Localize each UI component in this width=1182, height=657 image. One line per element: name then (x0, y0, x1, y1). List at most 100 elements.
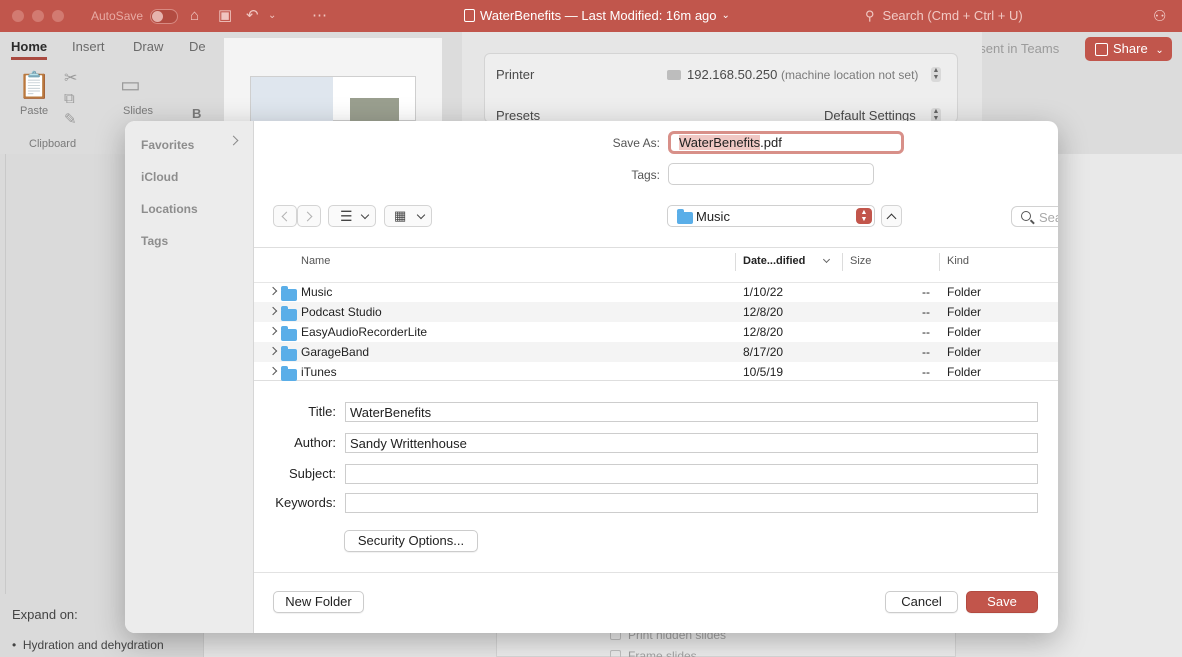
group-view-button[interactable]: ▦ (384, 205, 432, 227)
column-header-name[interactable]: Name (301, 255, 330, 267)
file-kind: Folder (947, 365, 982, 379)
printer-stepper-icon[interactable]: ▲ ▼ (931, 67, 941, 82)
column-header-size[interactable]: Size (850, 255, 871, 267)
save-as-input[interactable]: WaterBenefits.pdf (668, 131, 904, 154)
file-kind: Folder (947, 345, 982, 359)
format-painter-icon[interactable]: ✎ (64, 110, 77, 128)
collaborate-icon[interactable]: ⚇ (1153, 7, 1166, 25)
minimize-window-button[interactable] (32, 10, 44, 22)
more-icon[interactable]: ⋯ (312, 6, 327, 26)
cut-icon[interactable]: ✂ (64, 68, 77, 88)
paste-icon[interactable]: 📋 (18, 70, 50, 101)
keywords-field[interactable] (345, 493, 1038, 513)
frame-slides-checkbox[interactable] (610, 650, 621, 657)
column-separator (735, 253, 736, 271)
new-slide-icon[interactable]: ▭ (120, 72, 141, 98)
location-popup[interactable]: Music ▲ ▼ (667, 205, 875, 227)
title-label: Title: (308, 404, 336, 419)
search-input[interactable]: Search (1011, 206, 1058, 227)
slide-preview (250, 76, 416, 122)
home-icon[interactable]: ⌂ (190, 6, 199, 26)
forward-button[interactable] (297, 205, 321, 227)
search-placeholder: Search (Cmd + Ctrl + U) (882, 8, 1023, 23)
chevron-right-icon[interactable] (228, 135, 239, 146)
printer-value: 192.168.50.250 (687, 67, 778, 82)
file-name: EasyAudioRecorderLite (301, 325, 428, 339)
paste-label: Paste (20, 105, 49, 117)
notes-expand-label: Expand on: (12, 607, 78, 622)
new-folder-button[interactable]: New Folder (273, 591, 364, 613)
column-separator (939, 253, 940, 271)
column-header-date-modified[interactable]: Date...dified (743, 255, 805, 267)
share-button[interactable]: Share ⌄ (1085, 37, 1172, 61)
sidebar-item-locations[interactable]: Locations (141, 202, 198, 216)
table-row[interactable]: EasyAudioRecorderLite 12/8/20 -- Folder (254, 322, 1058, 342)
search-placeholder: Search (1039, 210, 1058, 225)
title-field[interactable]: WaterBenefits (345, 402, 1038, 422)
folder-icon (281, 346, 297, 361)
security-options-button[interactable]: Security Options... (344, 530, 478, 552)
zoom-window-button[interactable] (52, 10, 64, 22)
share-label: Share (1113, 41, 1148, 56)
search-field[interactable]: ⚲ Search (Cmd + Ctrl + U) (865, 8, 1023, 24)
table-row[interactable]: Music 1/10/22 -- Folder (254, 282, 1058, 302)
back-button[interactable] (273, 205, 297, 227)
column-header-kind[interactable]: Kind (947, 255, 969, 267)
present-in-teams-button[interactable]: esent in Teams (972, 41, 1059, 56)
autosave-toggle[interactable] (150, 9, 178, 24)
file-browser: Name Date...dified Size Kind Music 1/10/… (254, 247, 1058, 381)
disclosure-triangle-icon[interactable] (268, 346, 278, 356)
notes-bullet: • Hydration and dehydration (12, 638, 164, 652)
disclosure-triangle-icon[interactable] (268, 366, 278, 376)
column-separator (842, 253, 843, 271)
tab-draw[interactable]: Draw (133, 39, 163, 54)
folder-icon (677, 209, 693, 224)
document-title[interactable]: WaterBenefits — Last Modified: 16m ago ⌄ (464, 8, 730, 23)
table-row[interactable]: iTunes 10/5/19 -- Folder (254, 362, 1058, 382)
chevron-down-icon (416, 210, 426, 220)
printer-select[interactable]: 192.168.50.250 (machine location not set… (667, 67, 918, 82)
document-title-text: WaterBenefits — Last Modified: 16m ago (480, 8, 717, 23)
autosave-label: AutoSave (91, 9, 144, 23)
save-icon[interactable]: ▣ (218, 6, 232, 26)
dialog-main: Save As: WaterBenefits.pdf Tags: ☰ ▦ Mus… (254, 121, 1058, 633)
subject-field[interactable] (345, 464, 1038, 484)
file-name: Podcast Studio (301, 305, 382, 319)
cancel-button[interactable]: Cancel (885, 591, 958, 613)
file-size: -- (922, 345, 930, 359)
file-name: Music (301, 285, 333, 299)
disclosure-triangle-icon[interactable] (268, 326, 278, 336)
save-dialog: Favorites iCloud Locations Tags Save As:… (125, 121, 1058, 633)
tab-home[interactable]: Home (11, 39, 48, 60)
file-date: 8/17/20 (743, 345, 784, 359)
list-view-button[interactable]: ☰ (328, 205, 376, 227)
disclosure-triangle-icon[interactable] (268, 286, 278, 296)
tags-input[interactable] (668, 163, 874, 185)
expand-collapse-button[interactable] (881, 205, 902, 227)
printer-settings-box: Printer 192.168.50.250 (machine location… (484, 53, 958, 123)
sidebar-item-icloud[interactable]: iCloud (141, 170, 178, 184)
table-row[interactable]: Podcast Studio 12/8/20 -- Folder (254, 302, 1058, 322)
tab-insert[interactable]: Insert (72, 39, 105, 54)
author-field[interactable]: Sandy Writtenhouse (345, 433, 1038, 453)
file-size: -- (922, 365, 930, 379)
sidebar-item-favorites[interactable]: Favorites (141, 138, 194, 152)
panel-divider (5, 154, 6, 594)
slide-preview-text-block (251, 77, 333, 122)
folder-icon (281, 366, 297, 381)
close-window-button[interactable] (12, 10, 24, 22)
copy-icon[interactable]: ⧉ (64, 90, 75, 107)
tab-design[interactable]: De (189, 39, 206, 54)
undo-icon[interactable]: ↶ (246, 6, 259, 26)
chevron-down-icon: ⌄ (1155, 45, 1164, 56)
save-button[interactable]: Save (966, 591, 1038, 613)
bold-button[interactable]: B (192, 106, 201, 121)
sidebar-item-tags[interactable]: Tags (141, 234, 168, 248)
table-row[interactable]: GarageBand 8/17/20 -- Folder (254, 342, 1058, 362)
printer-icon (667, 70, 681, 80)
undo-dropdown-icon[interactable]: ⌄ (268, 6, 276, 26)
printer-label: Printer (496, 67, 535, 82)
frame-slides-label: Frame slides (628, 649, 697, 657)
chevron-down-icon (360, 210, 370, 220)
disclosure-triangle-icon[interactable] (268, 306, 278, 316)
